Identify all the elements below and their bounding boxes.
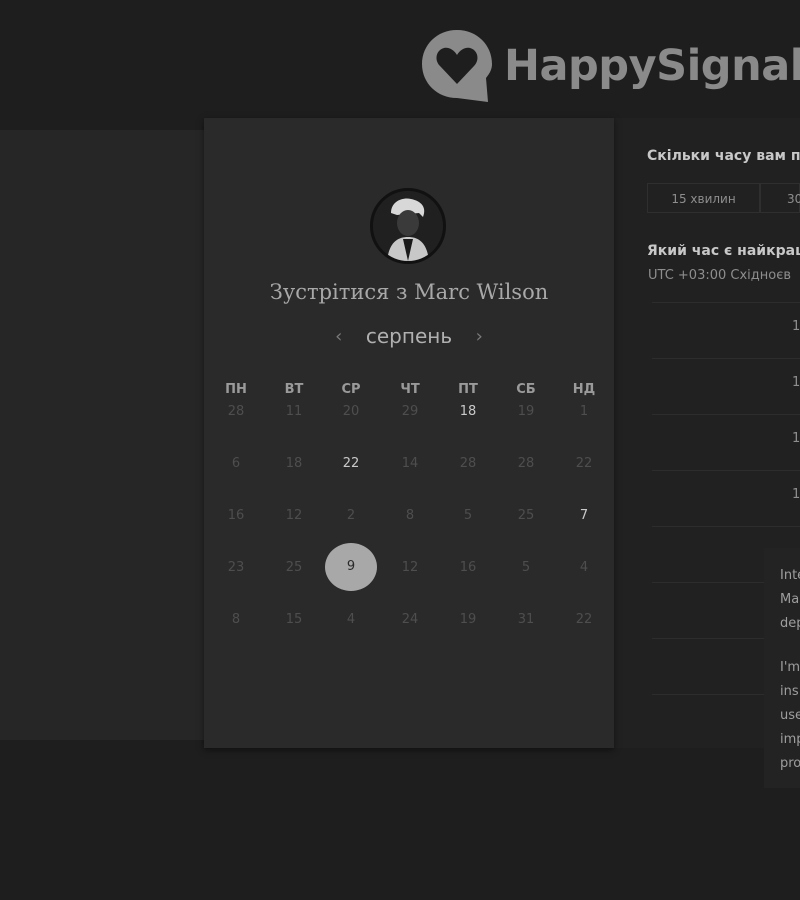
weekday-mon: ПН [225,382,247,397]
prev-month-button[interactable]: ‹ [327,326,351,347]
calendar-day-available[interactable]: 7 [564,508,604,523]
calendar-day-available[interactable]: 22 [331,456,371,471]
calendar-day: 1 [579,404,589,419]
calendar-day: 19 [517,404,535,419]
popup-text-line: imp [780,732,800,747]
popup-text-line: Inte [780,568,800,583]
time-slot[interactable]: 1 [652,358,800,413]
header: HappySignals [0,0,800,118]
calendar-day: 8 [231,612,241,627]
next-month-button[interactable]: › [467,326,491,347]
calendar-day: 28 [227,404,245,419]
popup-text-line: pro [780,756,800,771]
time-question: Який час є найкращ [647,243,800,259]
month-label: серпень [365,324,453,348]
meeting-title: Зустрітися з Marc Wilson [269,280,549,304]
calendar-day: 11 [285,404,303,419]
time-slot-label: 1 [792,375,800,390]
month-navigation: ‹ серпень › [204,324,614,348]
calendar-day: 23 [227,560,245,575]
calendar-card: Зустрітися з Marc Wilson ‹ серпень › ПН … [204,118,614,748]
calendar-day: 15 [285,612,303,627]
time-slot-label: 1 [792,487,800,502]
calendar-day: 18 [285,456,303,471]
calendar-day: 19 [459,612,477,627]
weekday-sat: СБ [516,382,536,397]
calendar-day: 25 [285,560,303,575]
calendar-day: 14 [401,456,419,471]
time-slot-label: 1 [792,431,800,446]
calendar-day: 22 [575,456,593,471]
time-slot[interactable]: 1 [652,470,800,525]
calendar-day: 28 [459,456,477,471]
weekday-wed: СР [341,382,361,397]
calendar-day: 6 [231,456,241,471]
person-avatar-icon [373,191,443,261]
timezone-label[interactable]: UTC +03:00 Східноєв [648,268,791,283]
popup-text-line: use [780,708,800,723]
left-background-panel [0,130,204,740]
avatar [370,188,446,264]
time-slot[interactable]: 1 [652,414,800,469]
duration-question: Скільки часу вам п [647,148,800,164]
calendar-day: 28 [517,456,535,471]
logo[interactable]: HappySignals [420,28,800,104]
calendar-day: 8 [405,508,415,523]
calendar-day: 12 [401,560,419,575]
duration-option-15[interactable]: 15 хвилин [647,183,760,213]
calendar-day: 4 [579,560,589,575]
popup-text-line: I'm [780,660,800,675]
calendar-day: 2 [346,508,356,523]
time-slot-label: 1 [792,319,800,334]
calendar-day: 12 [285,508,303,523]
weekday-thu: ЧТ [400,382,420,397]
calendar-day: 4 [346,612,356,627]
calendar-day: 16 [227,508,245,523]
duration-option-30[interactable]: 30 [760,183,800,213]
weekday-sun: НД [572,382,596,397]
popup-text-line: Ma [780,592,800,607]
heart-speech-bubble-icon [422,30,492,102]
calendar-day: 5 [463,508,473,523]
calendar-day: 5 [521,560,531,575]
popup-text-line: ins [780,684,799,699]
weekday-fri: ПТ [458,382,478,397]
calendar-day-selected[interactable]: 9 [325,543,377,591]
calendar-day-available[interactable]: 18 [448,404,488,419]
calendar-day: 22 [575,612,593,627]
calendar-day: 16 [459,560,477,575]
calendar-day: 25 [517,508,535,523]
logo-text: HappySignals [504,41,800,91]
calendar-day: 29 [401,404,419,419]
calendar-day: 20 [342,404,360,419]
calendar-day: 31 [517,612,535,627]
calendar-day: 24 [401,612,419,627]
description-popup: Inte Ma dep I'm ins use imp pro [764,548,800,788]
weekday-tue: ВТ [284,382,304,397]
time-slot[interactable]: 1 [652,302,800,357]
popup-text-line: dep [780,616,800,631]
